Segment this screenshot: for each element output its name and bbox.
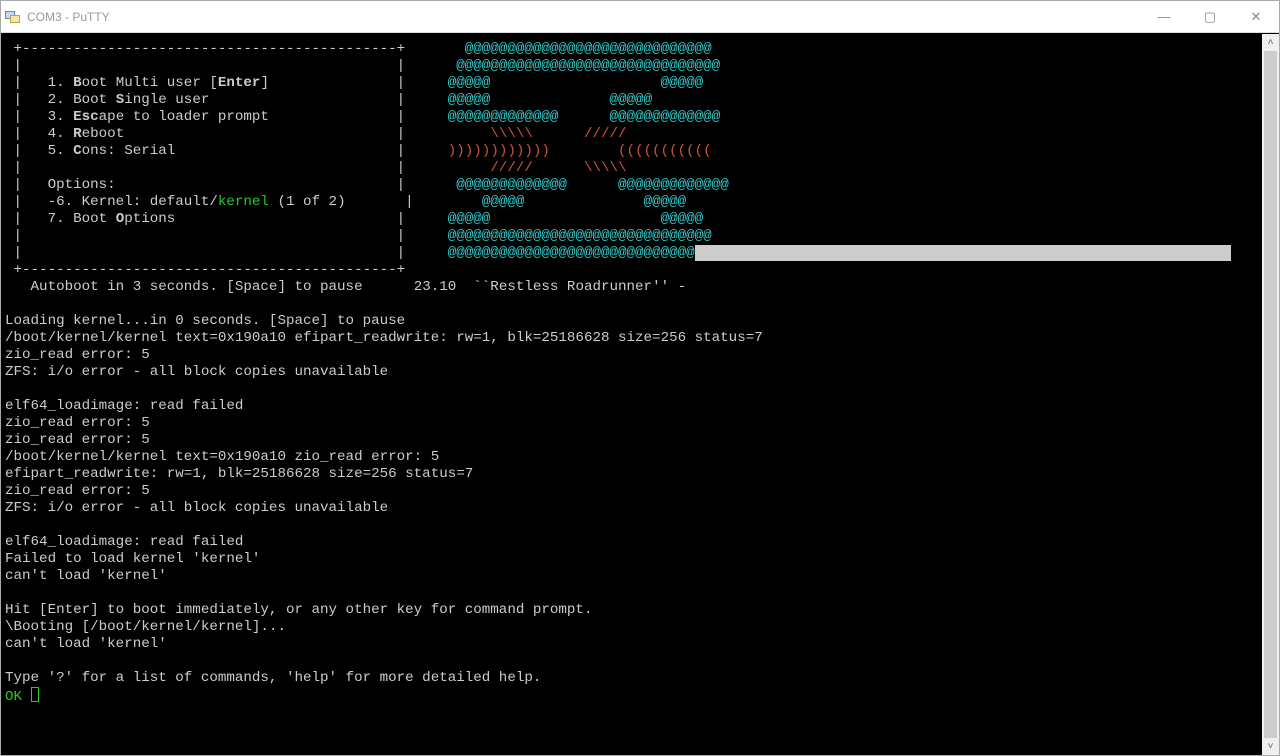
- logo-line-11a: @@@@@: [448, 211, 491, 227]
- menu-border-bottom: +---------------------------------------…: [5, 262, 405, 278]
- logo-line-8a: /////: [490, 160, 533, 176]
- logo-line-1: @@@@@@@@@@@@@@@@@@@@@@@@@@@@@: [465, 41, 712, 57]
- logo-line-10b: @@@@@: [644, 194, 687, 210]
- log-line: can't load 'kernel': [5, 636, 167, 652]
- titlebar[interactable]: COM3 - PuTTY — ▢ ✕: [1, 1, 1279, 33]
- menu-item-5: | 5. Cons: Serial |: [5, 143, 448, 159]
- log-line: ZFS: i/o error - all block copies unavai…: [5, 364, 388, 380]
- logo-line-2: @@@@@@@@@@@@@@@@@@@@@@@@@@@@@@@: [456, 58, 720, 74]
- log-line: zio_read error: 5: [5, 415, 150, 431]
- log-line: elf64_loadimage: read failed: [5, 398, 243, 414]
- menu-border-top: +---------------------------------------…: [5, 41, 465, 57]
- terminal[interactable]: +---------------------------------------…: [1, 33, 1279, 755]
- logo-line-5a: @@@@@@@@@@@@@: [448, 109, 559, 125]
- menu-kernel: | -6. Kernel: default/kernel (1 of 2) |: [5, 194, 482, 210]
- menu-border: | |: [5, 160, 490, 176]
- log-line: /boot/kernel/kernel text=0x190a10 efipar…: [5, 330, 763, 346]
- log-line: can't load 'kernel': [5, 568, 167, 584]
- logo-line-13: @@@@@@@@@@@@@@@@@@@@@@@@@@@@@: [448, 245, 695, 261]
- menu-border: | |: [5, 58, 456, 74]
- log-line: zio_read error: 5: [5, 483, 150, 499]
- menu-item-7: | 7. Boot Options |: [5, 211, 448, 227]
- logo-line-7b: (((((((((((: [618, 143, 712, 159]
- log-line: zio_read error: 5: [5, 347, 150, 363]
- scroll-up-button[interactable]: ˄: [1262, 34, 1279, 51]
- log-line: ZFS: i/o error - all block copies unavai…: [5, 500, 388, 516]
- cursor: [31, 687, 39, 702]
- menu-item-3: | 3. Escape to loader prompt |: [5, 109, 448, 125]
- menu-item-1: | 1. Boot Multi user [Enter] |: [5, 75, 448, 91]
- menu-border: | |: [5, 245, 448, 261]
- logo-line-3b: @@@@@: [661, 75, 704, 91]
- logo-line-3a: @@@@@: [448, 75, 491, 91]
- log-line: Type '?' for a list of commands, 'help' …: [5, 670, 541, 686]
- log-line: efipart_readwrite: rw=1, blk=25186628 si…: [5, 466, 473, 482]
- selection-highlight: [695, 245, 1231, 261]
- logo-line-4a: @@@@@: [448, 92, 491, 108]
- version-text: 23.10 ``Restless Roadrunner'' -: [414, 279, 686, 295]
- menu-options-label: | Options: |: [5, 177, 456, 193]
- logo-line-10a: @@@@@: [482, 194, 525, 210]
- logo-line-7a: )))))))))))): [448, 143, 550, 159]
- logo-line-4b: @@@@@: [610, 92, 653, 108]
- log-line: elf64_loadimage: read failed: [5, 534, 243, 550]
- logo-line-9a: @@@@@@@@@@@@@: [456, 177, 567, 193]
- window-title: COM3 - PuTTY: [27, 10, 110, 24]
- log-line: Hit [Enter] to boot immediately, or any …: [5, 602, 592, 618]
- minimize-button[interactable]: —: [1141, 1, 1187, 32]
- logo-line-9b: @@@@@@@@@@@@@: [618, 177, 729, 193]
- logo-line-6a: \\\\\: [490, 126, 533, 142]
- logo-line-8b: \\\\\: [584, 160, 627, 176]
- logo-line-11b: @@@@@: [661, 211, 704, 227]
- putty-window: COM3 - PuTTY — ▢ ✕ +--------------------…: [0, 0, 1280, 756]
- autoboot-line: Autoboot in 3 seconds. [Space] to pause: [5, 279, 363, 295]
- menu-item-2: | 2. Boot Single user |: [5, 92, 448, 108]
- putty-icon: [5, 9, 21, 25]
- menu-item-4: | 4. Reboot |: [5, 126, 490, 142]
- log-line: Failed to load kernel 'kernel': [5, 551, 260, 567]
- window-controls: — ▢ ✕: [1141, 1, 1279, 32]
- close-button[interactable]: ✕: [1233, 1, 1279, 32]
- menu-border: | |: [5, 228, 448, 244]
- logo-line-12: @@@@@@@@@@@@@@@@@@@@@@@@@@@@@@@: [448, 228, 712, 244]
- prompt: OK: [5, 689, 31, 705]
- logo-line-5b: @@@@@@@@@@@@@: [610, 109, 721, 125]
- log-line: zio_read error: 5: [5, 432, 150, 448]
- maximize-button[interactable]: ▢: [1187, 1, 1233, 32]
- log-line: \Booting [/boot/kernel/kernel]...: [5, 619, 286, 635]
- logo-line-6b: /////: [584, 126, 627, 142]
- scrollbar[interactable]: ˄ ˅: [1262, 34, 1279, 755]
- scroll-track[interactable]: [1262, 51, 1279, 738]
- scroll-thumb[interactable]: [1264, 51, 1277, 738]
- log-line: /boot/kernel/kernel text=0x190a10 zio_re…: [5, 449, 439, 465]
- scroll-down-button[interactable]: ˅: [1262, 738, 1279, 755]
- log-line: Loading kernel...in 0 seconds. [Space] t…: [5, 313, 405, 329]
